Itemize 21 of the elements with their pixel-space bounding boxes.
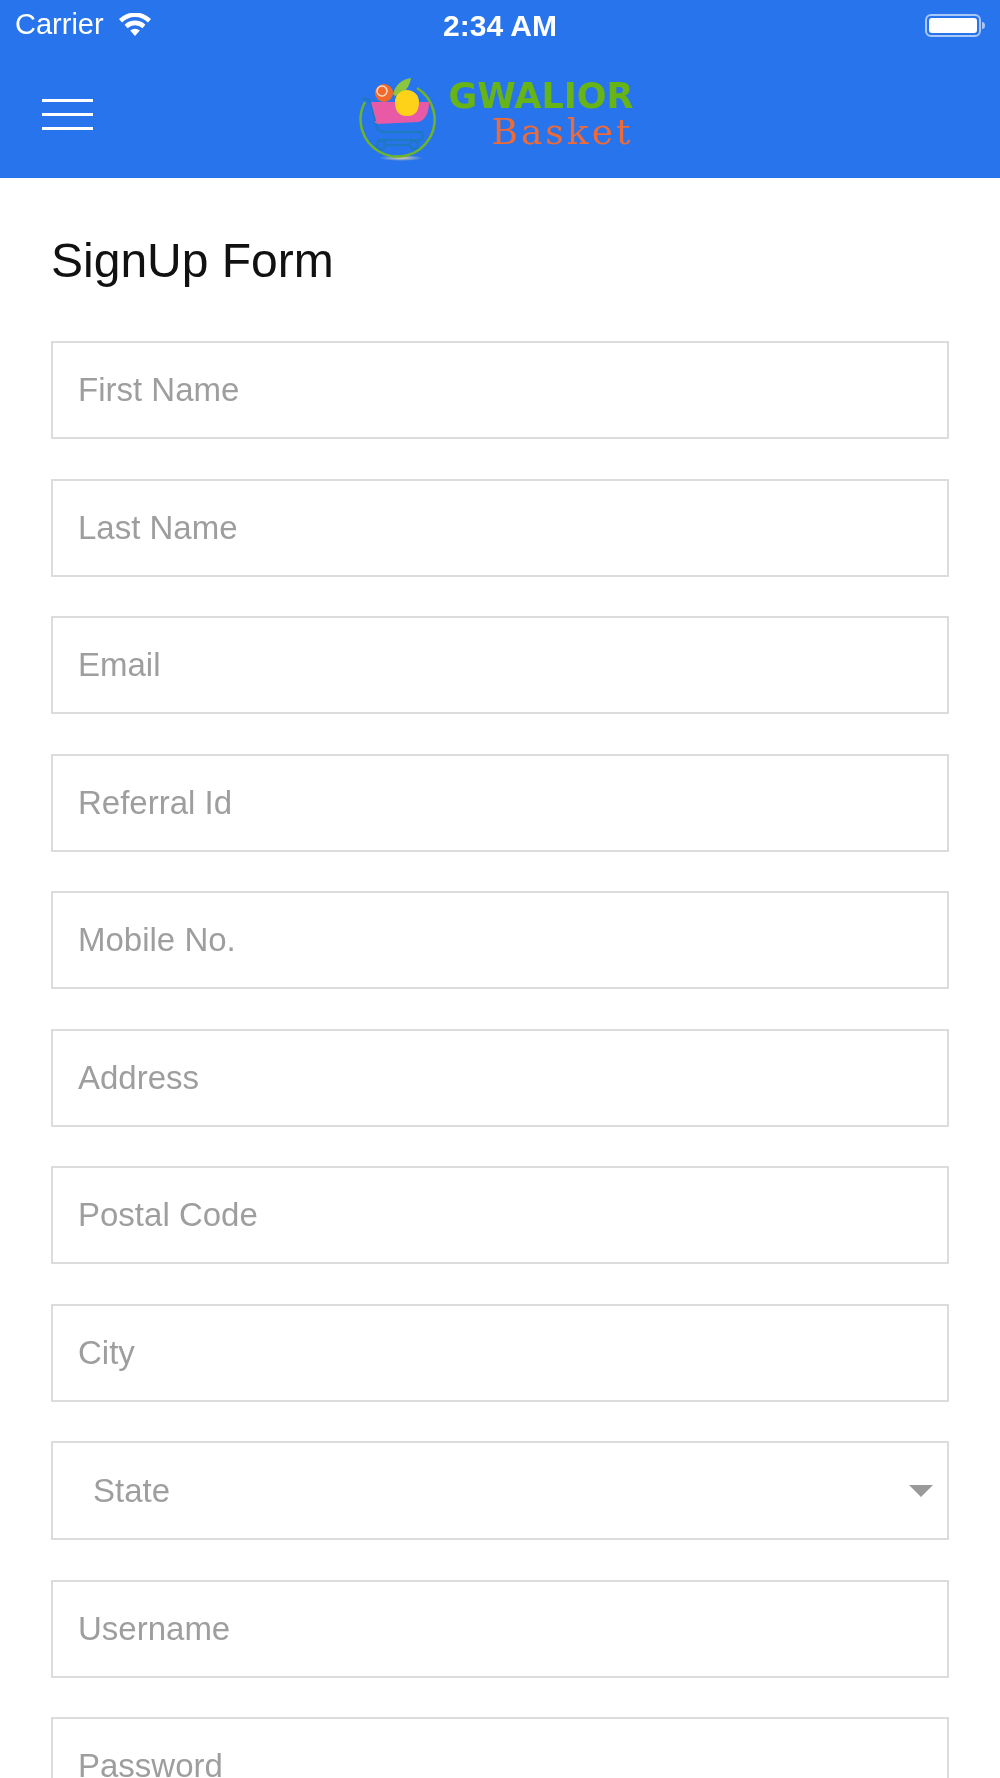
input-field[interactable]: Last Name [51, 478, 949, 577]
dropdown-field[interactable]: State [51, 1441, 949, 1540]
wifi-icon [118, 13, 151, 37]
battery-icon [925, 13, 985, 37]
caret-icon [909, 1484, 933, 1497]
input-field[interactable]: First Name [51, 341, 949, 439]
logo-title: GWALIOR [448, 78, 634, 114]
menu-icon [42, 98, 93, 130]
input-field[interactable]: Postal Code [51, 1166, 949, 1264]
carrier-label: Carrier [15, 9, 104, 41]
input-field[interactable]: Username [51, 1579, 949, 1678]
form-title: SignUp Form [51, 234, 334, 288]
input-field[interactable]: Mobile No. [51, 891, 949, 989]
menu-button[interactable] [42, 98, 93, 130]
input-field[interactable]: City [51, 1303, 949, 1402]
input-field[interactable]: Address [51, 1028, 949, 1127]
logo-subtitle: Basket [491, 114, 634, 150]
input-field[interactable]: Referral Id [51, 753, 949, 852]
clock-time: 2:34 AM [443, 8, 557, 42]
password-field[interactable]: Password [51, 1717, 949, 1778]
input-field[interactable]: Email [51, 616, 949, 714]
